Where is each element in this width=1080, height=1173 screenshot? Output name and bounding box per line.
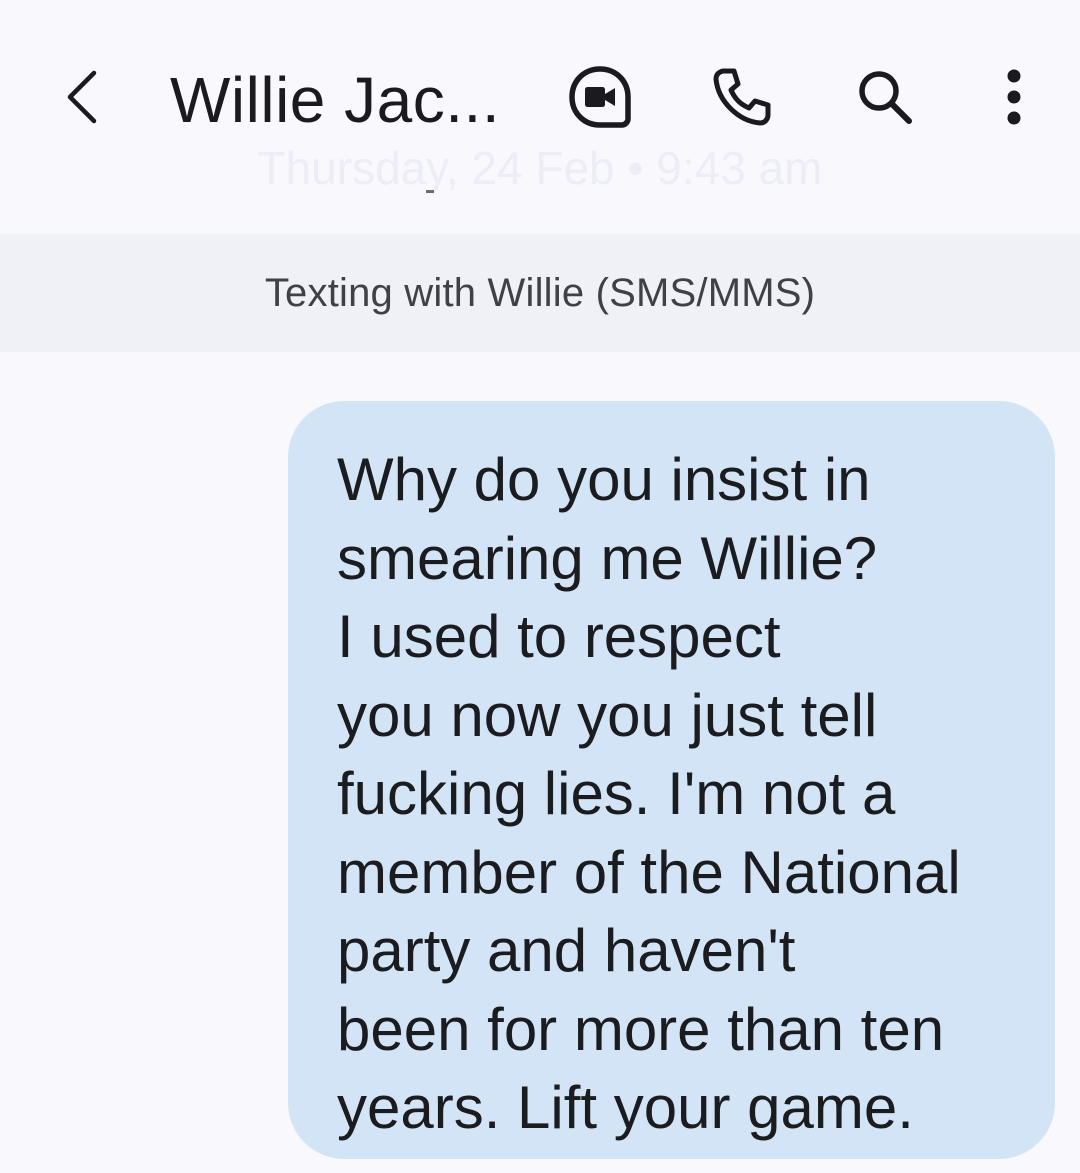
texting-info-banner: Texting with Willie (SMS/MMS) [0, 234, 1080, 352]
message-line: you now you just tell [337, 681, 878, 749]
video-call-button[interactable] [560, 57, 640, 137]
message-line: years. Lift your game. [337, 1074, 914, 1141]
message-line: I used to respect [337, 603, 781, 670]
search-icon [859, 71, 912, 124]
date-header: Thursday, 24 Feb • 9:43 am [257, 142, 823, 194]
phone-call-button[interactable] [702, 57, 782, 137]
message-line: party and haven't [337, 917, 796, 984]
back-button[interactable] [42, 57, 122, 137]
video-camera-icon [569, 66, 631, 128]
search-button[interactable] [845, 57, 925, 137]
texting-info-text: Texting with Willie (SMS/MMS) [264, 270, 816, 315]
phone-icon [713, 68, 771, 126]
contact-name[interactable]: Willie Jac... [170, 60, 500, 140]
message-line: member of the National [337, 838, 961, 906]
more-options-button[interactable] [974, 57, 1054, 137]
top-app-bar: Willie Jac... Thursday, 24 Feb • 9:43 am [0, 0, 1080, 200]
message-line: Why do you insist in [337, 446, 871, 513]
message-line: been for more than ten [337, 995, 945, 1063]
scroll-indicator [426, 190, 434, 193]
outgoing-message-bubble[interactable]: Why do you insist in smearing me Willie?… [288, 401, 1055, 1159]
message-line: smearing me Willie? [337, 524, 878, 592]
chevron-left-icon [67, 70, 97, 124]
message-line: fucking lies. I'm not a [337, 760, 896, 827]
more-vertical-icon [1007, 69, 1021, 125]
